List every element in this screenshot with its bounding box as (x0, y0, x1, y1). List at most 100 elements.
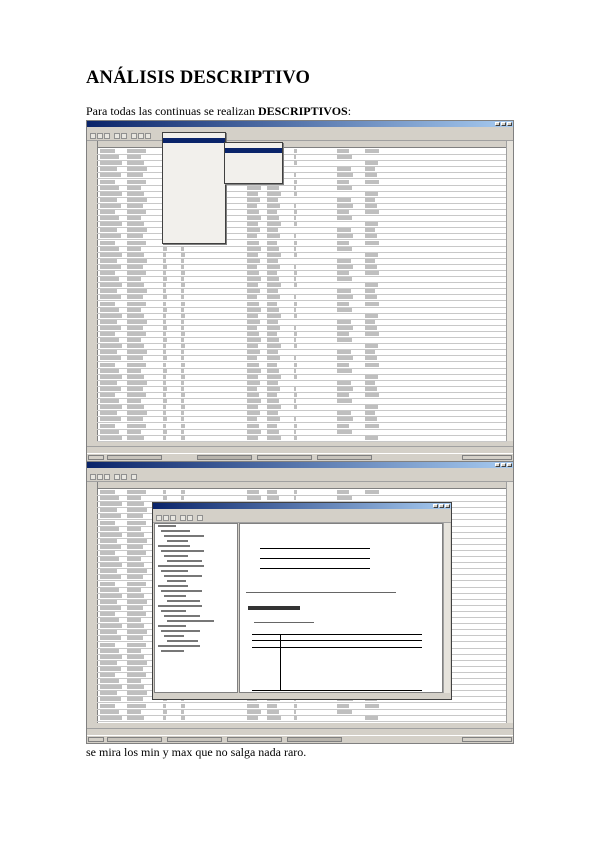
table-cell (267, 703, 277, 708)
output-content-pane (239, 523, 443, 693)
table-cell (267, 405, 282, 410)
table-cell (127, 234, 143, 239)
table-cell (100, 246, 119, 251)
table-cell (337, 277, 353, 282)
table-cell (100, 587, 119, 592)
table-cell (100, 210, 116, 214)
table-cell (163, 283, 166, 288)
table-cell (267, 435, 282, 440)
table-cell (127, 508, 148, 513)
table-cell (294, 301, 297, 306)
table-cell (337, 271, 350, 275)
table-cell (247, 191, 258, 196)
table-cell (337, 179, 350, 184)
table-cell (181, 246, 185, 251)
table-cell (294, 307, 297, 312)
table-cell (127, 557, 141, 562)
table-cell (100, 216, 119, 221)
table-cell (163, 399, 167, 404)
table-cell (181, 289, 184, 294)
table-cell (100, 222, 123, 227)
table-cell (294, 240, 297, 245)
table-cell (100, 283, 123, 288)
table-cell (247, 185, 262, 190)
table-cell (247, 295, 257, 300)
viewer-window-buttons (433, 504, 450, 508)
table-cell (100, 374, 123, 379)
table-cell (267, 429, 280, 434)
table-cell (294, 423, 297, 428)
table-cell (127, 203, 143, 208)
table-cell (127, 575, 143, 580)
table-cell (337, 185, 353, 190)
table-cell (163, 368, 167, 373)
table-cell (181, 435, 185, 440)
table-cell (294, 313, 297, 318)
vertical-scrollbar (506, 482, 513, 723)
table-cell (100, 161, 123, 166)
table-cell (365, 197, 375, 202)
table-cell (294, 490, 297, 494)
table-cell (181, 411, 184, 416)
table-cell (267, 325, 281, 330)
table-cell (247, 362, 260, 367)
table-cell (247, 338, 262, 343)
table-cell (127, 386, 143, 391)
table-cell (100, 691, 118, 696)
table-cell (181, 405, 185, 410)
table-cell (181, 277, 185, 282)
table-cell (365, 179, 380, 184)
table-cell (267, 289, 278, 294)
table-cell (267, 350, 278, 355)
table-cell (127, 435, 145, 440)
table-cell (100, 155, 119, 160)
table-cell (100, 575, 121, 580)
table-cell (127, 642, 146, 647)
table-cell (247, 350, 261, 355)
table-cell (100, 179, 116, 184)
table-cell (294, 368, 297, 373)
table-cell (365, 332, 380, 336)
table-cell (267, 313, 282, 318)
table-cell (247, 417, 257, 422)
table-cell (337, 429, 353, 434)
table-cell (181, 386, 185, 391)
analyze-menu (162, 132, 226, 244)
table-cell (127, 685, 145, 690)
table-cell (294, 338, 297, 343)
table-cell (100, 636, 121, 641)
table-cell (127, 599, 148, 604)
table-cell (100, 319, 118, 324)
table-cell (294, 277, 297, 282)
table-cell (100, 532, 123, 537)
table-cell (294, 216, 297, 221)
table-cell (337, 325, 354, 330)
table-cell (100, 496, 119, 501)
table-cell (337, 338, 353, 343)
table-cell (100, 264, 121, 269)
table-cell (127, 344, 145, 349)
table-cell (247, 307, 262, 312)
table-cell (365, 271, 380, 275)
table-cell (100, 685, 123, 690)
table-cell (163, 380, 167, 385)
table-cell (294, 362, 297, 367)
table-cell (163, 496, 167, 501)
table-cell (337, 301, 350, 306)
viewer-scrollbar (443, 523, 450, 693)
data-grid (87, 141, 507, 442)
table-cell (247, 332, 260, 336)
table-cell (127, 417, 143, 422)
table-cell (294, 155, 297, 160)
output-viewer-window (152, 502, 452, 700)
table-cell (163, 393, 167, 397)
table-cell (337, 149, 350, 153)
table-cell (127, 532, 145, 537)
table-cell (294, 325, 297, 330)
table-cell (294, 271, 297, 275)
table-cell (267, 301, 277, 306)
table-cell (181, 490, 186, 494)
table-cell (267, 185, 280, 190)
table-cell (127, 429, 141, 434)
table-cell (127, 496, 141, 501)
